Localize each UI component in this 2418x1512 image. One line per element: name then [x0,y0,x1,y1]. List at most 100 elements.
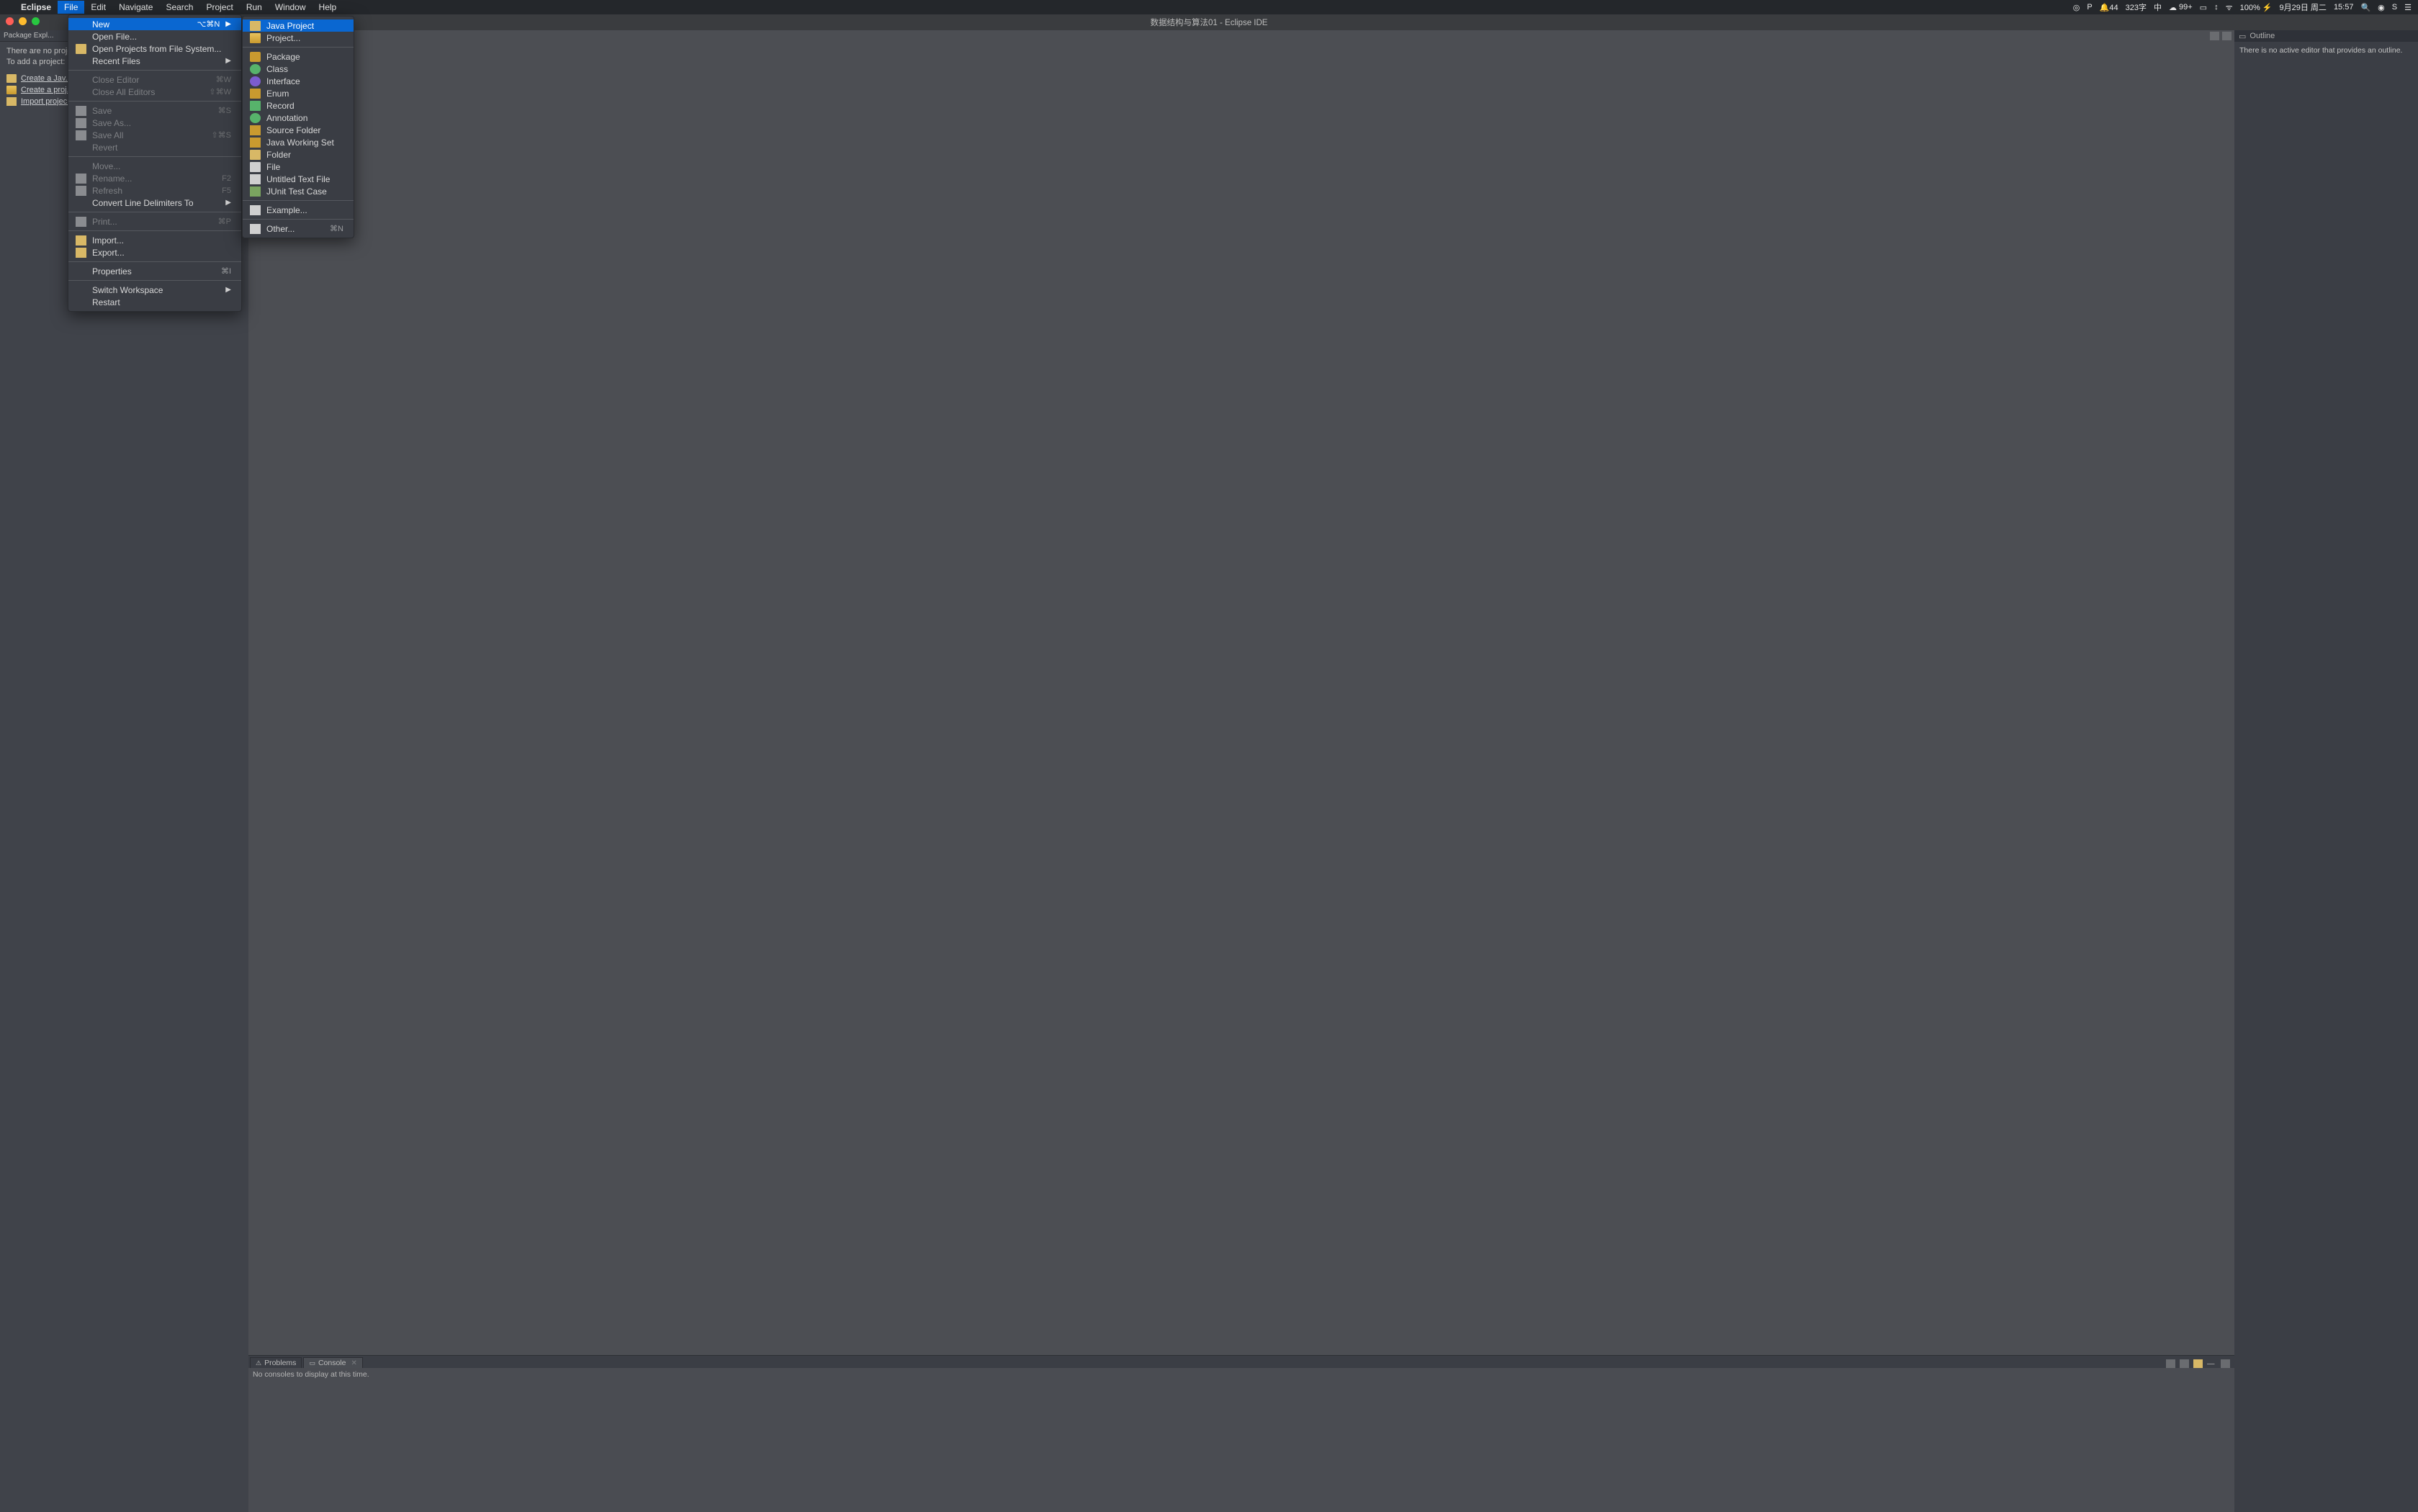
blank-icon [76,198,86,208]
status-spotlight-icon[interactable]: 🔍 [2357,3,2374,12]
menu-item-export[interactable]: Export... [68,246,241,258]
menu-item-label: Java Working Set [266,138,343,148]
menu-item-shortcut: ⌘N [311,224,343,233]
menu-item-properties[interactable]: Properties⌘I [68,265,241,277]
ex-icon [250,205,261,215]
rename-icon [76,174,86,184]
submenu-arrow-icon: ▶ [225,286,231,294]
menu-item-label: Revert [92,143,231,153]
menu-item-label: Folder [266,150,343,160]
editor-area [248,30,2234,1355]
mac-menu-search[interactable]: Search [159,1,199,14]
menu-item-label: Interface [266,76,343,86]
menu-separator [68,280,241,281]
menu-item-label: Java Project [266,21,343,31]
status-wifi-icon[interactable]: ᯤ [2222,2,2237,13]
status-wechat[interactable]: ☁ 99+ [2165,3,2196,12]
menu-item-convert-line-delimiters-to[interactable]: Convert Line Delimiters To▶ [68,197,241,209]
status-sogou-icon[interactable]: S [2388,3,2401,12]
menu-item-open-file[interactable]: Open File... [68,30,241,42]
status-ime-count[interactable]: 323字 [2122,1,2150,13]
status-p-icon[interactable]: P [2083,3,2095,12]
menu-item-save: Save⌘S [68,104,241,117]
menu-item-recent-files[interactable]: Recent Files▶ [68,55,241,67]
mac-menu-project[interactable]: Project [199,1,239,14]
menu-item-example[interactable]: Example... [243,204,354,216]
menu-item-switch-workspace[interactable]: Switch Workspace▶ [68,284,241,296]
menu-item-file[interactable]: File [243,161,354,173]
menu-item-class[interactable]: Class [243,63,354,75]
menu-item-annotation[interactable]: Annotation [243,112,354,124]
blank-icon [76,32,86,42]
console-open-button[interactable] [2193,1359,2203,1368]
menu-item-import[interactable]: Import... [68,234,241,246]
console-pin-button[interactable] [2166,1359,2175,1368]
outline-header[interactable]: ▭ Outline [2234,30,2418,42]
console-icon: ▭ [309,1359,315,1367]
menu-item-other[interactable]: Other...⌘N [243,222,354,235]
minimize-window-button[interactable] [19,17,27,25]
status-notifications[interactable]: 🔔44 [2096,3,2122,12]
menu-item-enum[interactable]: Enum [243,87,354,99]
menu-separator [243,47,354,48]
menu-item-label: New [92,19,173,30]
menu-item-open-projects-from-file-system[interactable]: Open Projects from File System... [68,42,241,55]
menu-item-package[interactable]: Package [243,50,354,63]
problems-icon: ⚠ [256,1359,261,1367]
menu-item-restart[interactable]: Restart [68,296,241,308]
status-siri-color-icon[interactable]: ◉ [2374,3,2388,12]
menu-item-label: Close All Editors [92,87,184,97]
status-date[interactable]: 9月29日 周二 [2276,1,2330,13]
close-window-button[interactable] [6,17,14,25]
menu-item-untitled-text-file[interactable]: Untitled Text File [243,173,354,185]
mac-menu-file[interactable]: File [58,1,84,14]
console-maximize-button[interactable] [2221,1359,2230,1368]
export-icon [76,248,86,258]
minimize-view-button[interactable] [2210,32,2219,40]
blank-icon [76,161,86,171]
menu-item-folder[interactable]: Folder [243,148,354,161]
maximize-view-button[interactable] [2222,32,2232,40]
status-siri-icon[interactable]: ◎ [2069,3,2084,12]
status-control-center-icon[interactable]: ☰ [2401,3,2415,12]
outline-view: ▭ Outline There is no active editor that… [2234,30,2418,1512]
apple-menu[interactable] [3,6,14,8]
status-ime-lang[interactable]: 中 [2150,1,2165,13]
status-transfer-icon[interactable]: ↕ [2211,3,2222,12]
menu-item-label: Rename... [92,174,197,184]
tab-console[interactable]: ▭Console✕ [303,1357,362,1368]
status-time[interactable]: 15:57 [2330,3,2358,12]
bottom-tabbar: ⚠Problems▭Console✕ — [248,1356,2234,1368]
rec-icon [250,101,261,111]
outline-icon: ▭ [2239,32,2246,41]
console-body: No consoles to display at this time. [248,1368,2234,1512]
menu-item-java-project[interactable]: Java Project [243,19,354,32]
app-menu-eclipse[interactable]: Eclipse [14,1,58,14]
package-explorer-title: Package Expl... [4,32,53,40]
menu-item-junit-test-case[interactable]: JUnit Test Case [243,185,354,197]
menu-item-label: Save All [92,130,186,140]
tab-close-button[interactable]: ✕ [349,1359,356,1367]
menu-item-new[interactable]: New⌥⌘N▶ [68,18,241,30]
mac-menu-navigate[interactable]: Navigate [112,1,159,14]
menu-item-record[interactable]: Record [243,99,354,112]
mac-menu-edit[interactable]: Edit [84,1,112,14]
mac-menu-help[interactable]: Help [313,1,343,14]
menu-item-shortcut: F2 [203,174,231,183]
menu-item-label: File [266,162,343,172]
status-battery-icon[interactable]: ▭ [2196,3,2211,12]
menu-item-interface[interactable]: Interface [243,75,354,87]
submenu-arrow-icon: ▶ [225,57,231,65]
menu-item-java-working-set[interactable]: Java Working Set [243,136,354,148]
tab-label: Console [318,1359,346,1367]
mac-menu-run[interactable]: Run [240,1,269,14]
maximize-window-button[interactable] [32,17,40,25]
console-display-button[interactable] [2180,1359,2189,1368]
menu-separator [68,230,241,231]
menu-item-project[interactable]: Project... [243,32,354,44]
mac-menu-window[interactable]: Window [269,1,313,14]
menu-item-source-folder[interactable]: Source Folder [243,124,354,136]
tab-problems[interactable]: ⚠Problems [250,1357,302,1368]
status-battery-percent[interactable]: 100% ⚡ [2237,3,2276,12]
menu-item-rename: Rename... F2 [68,172,241,184]
